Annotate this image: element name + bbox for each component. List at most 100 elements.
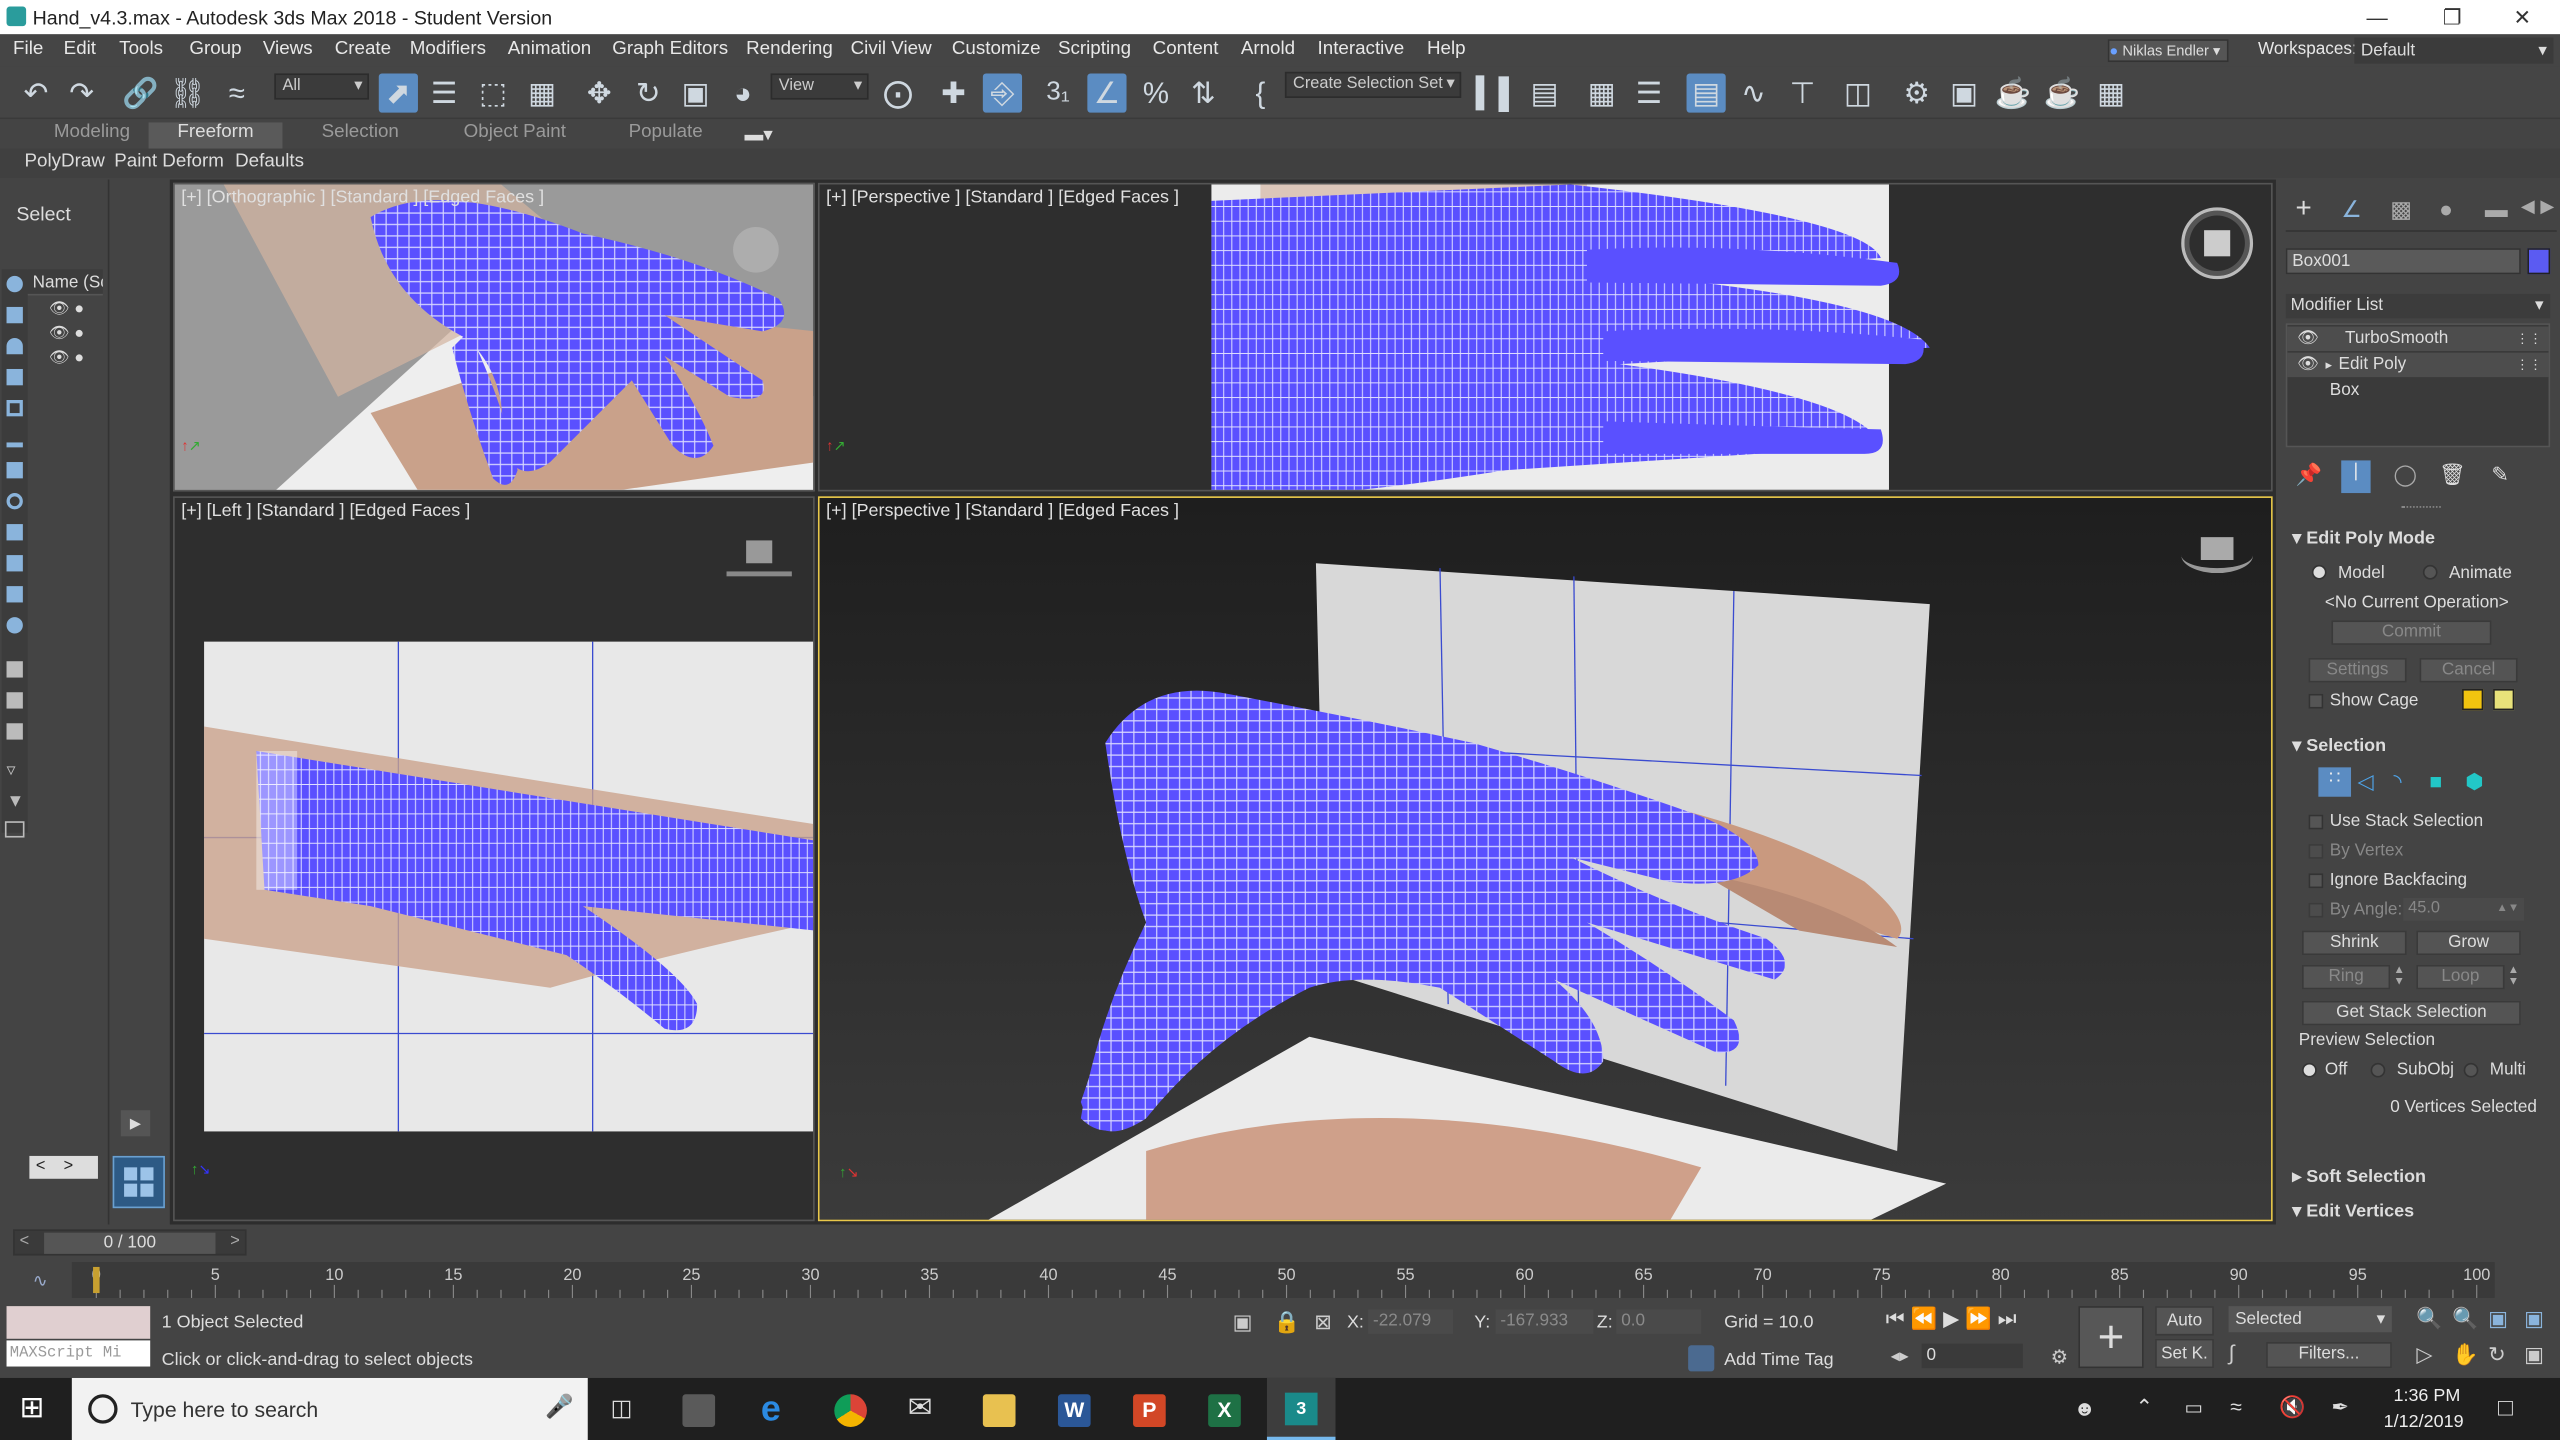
eye-icon[interactable]: 👁	[49, 300, 70, 318]
percent-snap-icon[interactable]: %	[1136, 73, 1175, 112]
maxscript-listener[interactable]	[6, 1306, 151, 1339]
file-explorer-icon[interactable]	[982, 1394, 1016, 1427]
next-frame-icon[interactable]: >	[230, 1233, 240, 1251]
menu-graph-editors[interactable]: Graph Editors	[612, 39, 728, 59]
preview-subobj-radio[interactable]	[2370, 1062, 2386, 1078]
menu-rendering[interactable]: Rendering	[746, 39, 833, 59]
pen-icon[interactable]: ✒	[2331, 1394, 2349, 1420]
edge-icon[interactable]: ◁	[2358, 769, 2374, 795]
unlink-icon[interactable]: ⛓	[168, 73, 207, 112]
scene-explorer-icon[interactable]: ▦	[1582, 73, 1621, 112]
display-geometry-icon[interactable]	[6, 306, 23, 324]
battery-icon[interactable]: ▭	[2184, 1396, 2203, 1419]
chrome-icon[interactable]	[834, 1394, 867, 1427]
render-in-cloud-icon[interactable]: ▦	[2091, 73, 2130, 112]
display-groups-icon[interactable]	[6, 462, 23, 479]
viewcube-icon[interactable]	[2181, 537, 2254, 574]
menu-create[interactable]: Create	[335, 39, 391, 59]
user-account-dropdown[interactable]: ● Niklas Endler ▾	[2107, 39, 2229, 63]
key-mode-icon[interactable]: ◂▸	[1891, 1345, 1909, 1367]
action-center-icon[interactable]: □	[2498, 1394, 2513, 1422]
ring-button[interactable]: Ring	[2302, 964, 2391, 990]
preview-off-radio[interactable]	[2302, 1062, 2317, 1078]
polygon-icon[interactable]: ■	[2429, 769, 2442, 793]
move-icon[interactable]: ✥	[580, 73, 619, 112]
by-vertex-checkbox[interactable]	[2308, 844, 2324, 859]
viewport-label[interactable]: [+] [Perspective ] [Standard ] [Edged Fa…	[826, 188, 1179, 208]
windows-start-icon[interactable]: ⊞	[20, 1391, 45, 1425]
curve-editor-icon[interactable]: ∿	[1734, 73, 1773, 112]
link-icon[interactable]: 🔗	[121, 73, 160, 112]
display-bones-icon[interactable]	[6, 524, 23, 541]
field-of-view-icon[interactable]: ▷	[2416, 1342, 2432, 1368]
menu-file[interactable]: File	[13, 39, 43, 59]
object-name-field[interactable]: Box001	[2285, 248, 2521, 275]
excel-icon[interactable]: X	[1208, 1394, 1241, 1427]
commit-button[interactable]: Commit	[2331, 620, 2492, 645]
menu-tools[interactable]: Tools	[119, 39, 163, 59]
motion-tab-icon[interactable]: ●	[2439, 196, 2453, 222]
selected-cage-color-swatch[interactable]	[2493, 688, 2515, 711]
tab-selection[interactable]: Selection	[322, 122, 399, 142]
tab-paint-deform[interactable]: Paint Deform	[114, 152, 224, 172]
reference-coordinate-dropdown[interactable]: View ▾	[770, 73, 869, 100]
add-time-tag-label[interactable]: Add Time Tag	[1724, 1350, 1833, 1370]
play-icon[interactable]: ▶	[1943, 1306, 1959, 1330]
task-view-icon[interactable]: ◫	[611, 1394, 633, 1422]
display-all-icon[interactable]	[6, 275, 23, 293]
display-cameras-icon[interactable]	[6, 368, 23, 386]
set-key-icon[interactable]: +	[2078, 1306, 2144, 1369]
y-coordinate-field[interactable]: -167.933	[1495, 1309, 1594, 1334]
display-lights-icon[interactable]	[6, 337, 23, 355]
configure-modifier-sets-icon[interactable]: ✎	[2491, 462, 2509, 488]
lock-icon[interactable]: 🔒	[1273, 1309, 1299, 1335]
named-selection-set-dropdown[interactable]: Create Selection Set ▾	[1284, 71, 1462, 98]
selection-rollout[interactable]: ▾ Selection	[2292, 735, 2386, 756]
zoom-extents-all-icon[interactable]: ▣	[2524, 1306, 2544, 1332]
curve-editor-mini-icon[interactable]: ∿	[33, 1270, 48, 1292]
key-filter-dropdown[interactable]: Selected ▾	[2228, 1306, 2392, 1333]
ribbon-options-icon[interactable]: ▬▾	[744, 122, 772, 146]
ring-spinner-icon[interactable]: ▲ ▼	[2393, 965, 2404, 988]
prev-key-icon[interactable]: ⏪	[1911, 1306, 1937, 1330]
display-xrefs-icon[interactable]	[6, 493, 23, 510]
goto-end-icon[interactable]: ⏭	[1998, 1306, 2017, 1330]
viewport-label[interactable]: [+] [Left ] [Standard ] [Edged Faces ]	[181, 501, 470, 521]
toggle-ribbon-icon[interactable]: ▤	[1686, 73, 1726, 113]
grow-button[interactable]: Grow	[2416, 930, 2521, 956]
menu-animation[interactable]: Animation	[508, 39, 591, 59]
menu-edit[interactable]: Edit	[64, 39, 96, 59]
vertex-icon[interactable]: ∷	[2318, 767, 2352, 797]
isolate-selection-icon[interactable]: ▣	[1233, 1309, 1253, 1335]
spinner-snap-icon[interactable]: ⇅	[1184, 73, 1223, 112]
zoom-extents-icon[interactable]: ▣	[2488, 1306, 2508, 1332]
close-button[interactable]: ✕	[2485, 0, 2560, 34]
chevron-left-icon[interactable]: ◀	[2521, 196, 2535, 218]
tab-polydraw[interactable]: PolyDraw	[24, 152, 104, 172]
viewport-label[interactable]: [+] [Orthographic ] [Standard ] [Edged F…	[181, 188, 544, 208]
render-activeshade-icon[interactable]: ☕	[2042, 73, 2081, 112]
expand-arrow-icon[interactable]: ▶	[120, 1110, 151, 1137]
render-setup-icon[interactable]: ⚙	[1897, 73, 1936, 112]
loop-button[interactable]: Loop	[2416, 964, 2505, 990]
preview-multi-radio[interactable]	[2463, 1062, 2479, 1078]
material-editor-icon[interactable]: ◫	[1838, 73, 1877, 112]
3dsmax-taskbar-button[interactable]: 3	[1266, 1377, 1336, 1440]
eye-icon[interactable]: 👁	[2297, 328, 2319, 348]
trash-icon[interactable]: 🗑	[2439, 462, 2466, 488]
undo-icon[interactable]: ↶	[16, 73, 55, 112]
chevron-right-icon[interactable]: ▶	[2540, 196, 2554, 218]
tab-defaults[interactable]: Defaults	[235, 152, 304, 172]
zoom-icon[interactable]: 🔍	[2416, 1306, 2442, 1332]
soft-selection-rollout[interactable]: ▸ Soft Selection	[2292, 1166, 2426, 1187]
show-cage-checkbox[interactable]	[2308, 693, 2324, 709]
model-radio[interactable]	[2311, 564, 2327, 580]
maxscript-mini-input[interactable]: MAXScript Mi	[6, 1340, 151, 1367]
track-bar[interactable]: 0510152025303540455055606570758085909510…	[71, 1262, 2495, 1298]
x-coordinate-field[interactable]: -22.079	[1368, 1309, 1454, 1334]
cancel-button[interactable]: Cancel	[2419, 657, 2518, 683]
render-dot-icon[interactable]: ●	[74, 300, 84, 318]
orbit-icon[interactable]: ↻	[2488, 1342, 2506, 1368]
display-frozen-icon[interactable]	[6, 586, 23, 603]
menu-customize[interactable]: Customize	[952, 39, 1041, 59]
